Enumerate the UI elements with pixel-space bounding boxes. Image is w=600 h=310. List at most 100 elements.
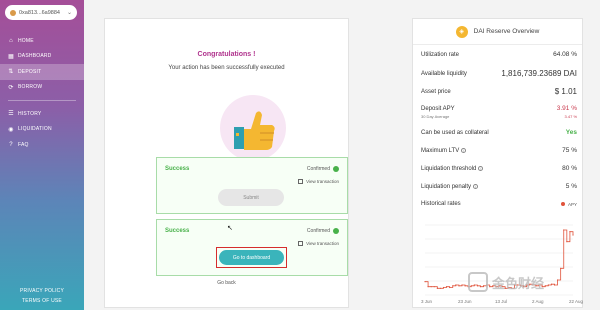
apy-data-point bbox=[442, 286, 445, 289]
sidebar-item-label: HISTORY bbox=[18, 110, 42, 117]
utilization-value: 64.08 % bbox=[553, 51, 577, 58]
sidebar-item-label: FAQ bbox=[18, 141, 29, 148]
panel-header: ◈ DAI Reserve Overview bbox=[413, 19, 582, 45]
avg-row: 30 Day Average 3.47 % bbox=[421, 114, 577, 119]
apy-data-point bbox=[461, 284, 463, 286]
thumbs-up-illustration bbox=[220, 95, 286, 161]
go-to-dashboard-button[interactable]: Go to dashboard bbox=[219, 250, 284, 265]
sidebar-item-borrow[interactable]: ⟳ BORROW bbox=[0, 80, 84, 96]
apy-data-point bbox=[449, 286, 451, 289]
history-row: Historical rates APY bbox=[421, 201, 577, 207]
avg-value: 3.47 % bbox=[564, 114, 577, 119]
apy-data-point bbox=[566, 241, 568, 243]
mouse-cursor-icon: ↖ bbox=[227, 225, 233, 232]
watermark-logo-icon bbox=[468, 272, 488, 292]
liquidity-label: Available liquidity bbox=[421, 70, 467, 77]
privacy-policy-link[interactable]: PRIVACY POLICY bbox=[0, 288, 84, 294]
deposit-icon: ⇅ bbox=[8, 69, 14, 76]
collateral-label: Can be used as collateral bbox=[421, 129, 489, 136]
apy-data-point bbox=[547, 284, 549, 286]
view-transaction-label: View transaction bbox=[306, 179, 339, 184]
x-tick-label: 13 Jul bbox=[495, 299, 507, 304]
penalty-row: Liquidation penalty i 5 % bbox=[421, 183, 577, 190]
sidebar-item-label: LIQUIDATION bbox=[18, 126, 52, 133]
apy-data-point bbox=[430, 286, 432, 288]
nav-divider bbox=[8, 100, 76, 101]
apy-data-point bbox=[560, 267, 562, 269]
apy-data-point bbox=[439, 287, 442, 289]
apy-data-point bbox=[544, 285, 546, 287]
x-tick-label: 22 Aug bbox=[569, 299, 584, 304]
terms-of-use-link[interactable]: TERMS OF USE bbox=[0, 298, 84, 304]
sidebar-item-label: HOME bbox=[18, 37, 34, 44]
liquidation-icon: ◉ bbox=[8, 126, 14, 133]
confirmed-label: Confirmed bbox=[306, 228, 330, 234]
threshold-value: 80 % bbox=[562, 165, 577, 172]
wallet-avatar-icon bbox=[10, 9, 16, 16]
sidebar-item-faq[interactable]: ? FAQ bbox=[0, 137, 84, 153]
sidebar-item-deposit[interactable]: ⇅ DEPOSIT bbox=[0, 64, 84, 80]
apy-data-point bbox=[569, 231, 571, 233]
x-tick-label: 23 Jun bbox=[458, 299, 472, 304]
apy-data-point bbox=[455, 284, 457, 286]
go-back-link[interactable]: Go back bbox=[104, 280, 349, 286]
info-icon[interactable]: i bbox=[473, 183, 479, 189]
check-icon bbox=[333, 228, 339, 234]
collateral-row: Can be used as collateral Yes bbox=[421, 129, 577, 136]
sidebar-item-history[interactable]: ☰ HISTORY bbox=[0, 106, 84, 122]
chart-legend: APY bbox=[560, 201, 577, 207]
view-transaction-link[interactable]: View transaction bbox=[298, 241, 339, 246]
confirmed-status: Confirmed bbox=[307, 166, 339, 172]
ltv-row: Maximum LTV i 75 % bbox=[421, 147, 577, 154]
watermark: 金色财经 bbox=[468, 272, 544, 292]
price-value: $ 1.01 bbox=[554, 87, 577, 96]
x-tick-label: 3 Jun bbox=[421, 299, 433, 304]
view-transaction-link[interactable]: View transaction bbox=[298, 179, 339, 184]
x-tick-label: 2 Aug bbox=[532, 299, 544, 304]
main-nav: ⌂ HOME ▦ DASHBOARD ⇅ DEPOSIT ⟳ BORROW ☰ … bbox=[0, 33, 84, 153]
submit-button[interactable]: Submit bbox=[218, 189, 284, 206]
success-label: Success bbox=[165, 228, 190, 234]
sidebar-item-home[interactable]: ⌂ HOME bbox=[0, 33, 84, 49]
threshold-label: Liquidation threshold bbox=[421, 165, 477, 172]
penalty-value: 5 % bbox=[565, 183, 577, 190]
apy-data-point bbox=[572, 234, 574, 236]
collateral-value: Yes bbox=[565, 129, 577, 136]
apy-data-point bbox=[427, 286, 429, 288]
apy-data-point bbox=[464, 285, 466, 287]
info-icon[interactable]: i bbox=[478, 165, 484, 171]
utilization-row: Utilization rate 64.08 % bbox=[421, 51, 577, 58]
success-label: Success bbox=[165, 166, 190, 172]
confirmed-status: Confirmed bbox=[307, 228, 339, 234]
sidebar-item-label: DASHBOARD bbox=[18, 53, 52, 60]
thumbs-up-icon bbox=[234, 111, 275, 150]
borrow-icon: ⟳ bbox=[8, 84, 14, 91]
threshold-row: Liquidation threshold i 80 % bbox=[421, 165, 577, 172]
external-link-icon bbox=[298, 241, 304, 246]
panel-title: DAI Reserve Overview bbox=[473, 28, 540, 35]
utilization-label: Utilization rate bbox=[421, 51, 460, 58]
sidebar-item-dashboard[interactable]: ▦ DASHBOARD bbox=[0, 49, 84, 65]
sidebar-item-label: BORROW bbox=[18, 84, 43, 91]
avg-label: 30 Day Average bbox=[421, 114, 450, 119]
apy-row: Deposit APY 3.91 % bbox=[421, 105, 577, 112]
sidebar: 0xa813...6a9884 ⌄ ⌂ HOME ▦ DASHBOARD ⇅ D… bbox=[0, 0, 84, 310]
apy-data-point bbox=[458, 285, 460, 287]
apy-data-point bbox=[424, 281, 426, 283]
sidebar-item-liquidation[interactable]: ◉ LIQUIDATION bbox=[0, 122, 84, 138]
dashboard-icon: ▦ bbox=[8, 53, 14, 60]
info-icon[interactable]: i bbox=[461, 147, 467, 153]
reserve-overview-panel: ◈ DAI Reserve Overview Utilization rate … bbox=[412, 18, 584, 308]
chevron-down-icon: ⌄ bbox=[66, 10, 72, 16]
penalty-label: Liquidation penalty bbox=[421, 183, 472, 190]
apy-data-point bbox=[553, 284, 556, 286]
legend-label: APY bbox=[567, 201, 577, 207]
watermark-text: 金色财经 bbox=[492, 275, 545, 291]
wallet-address-dropdown[interactable]: 0xa813...6a9884 ⌄ bbox=[5, 5, 77, 20]
liquidity-row: Available liquidity 1,816,739.23689 DAI bbox=[421, 69, 577, 78]
history-icon: ☰ bbox=[8, 111, 14, 118]
view-transaction-label: View transaction bbox=[306, 241, 339, 246]
apy-data-point bbox=[563, 229, 565, 231]
history-label: Historical rates bbox=[421, 201, 461, 207]
sidebar-item-label: DEPOSIT bbox=[18, 68, 42, 75]
